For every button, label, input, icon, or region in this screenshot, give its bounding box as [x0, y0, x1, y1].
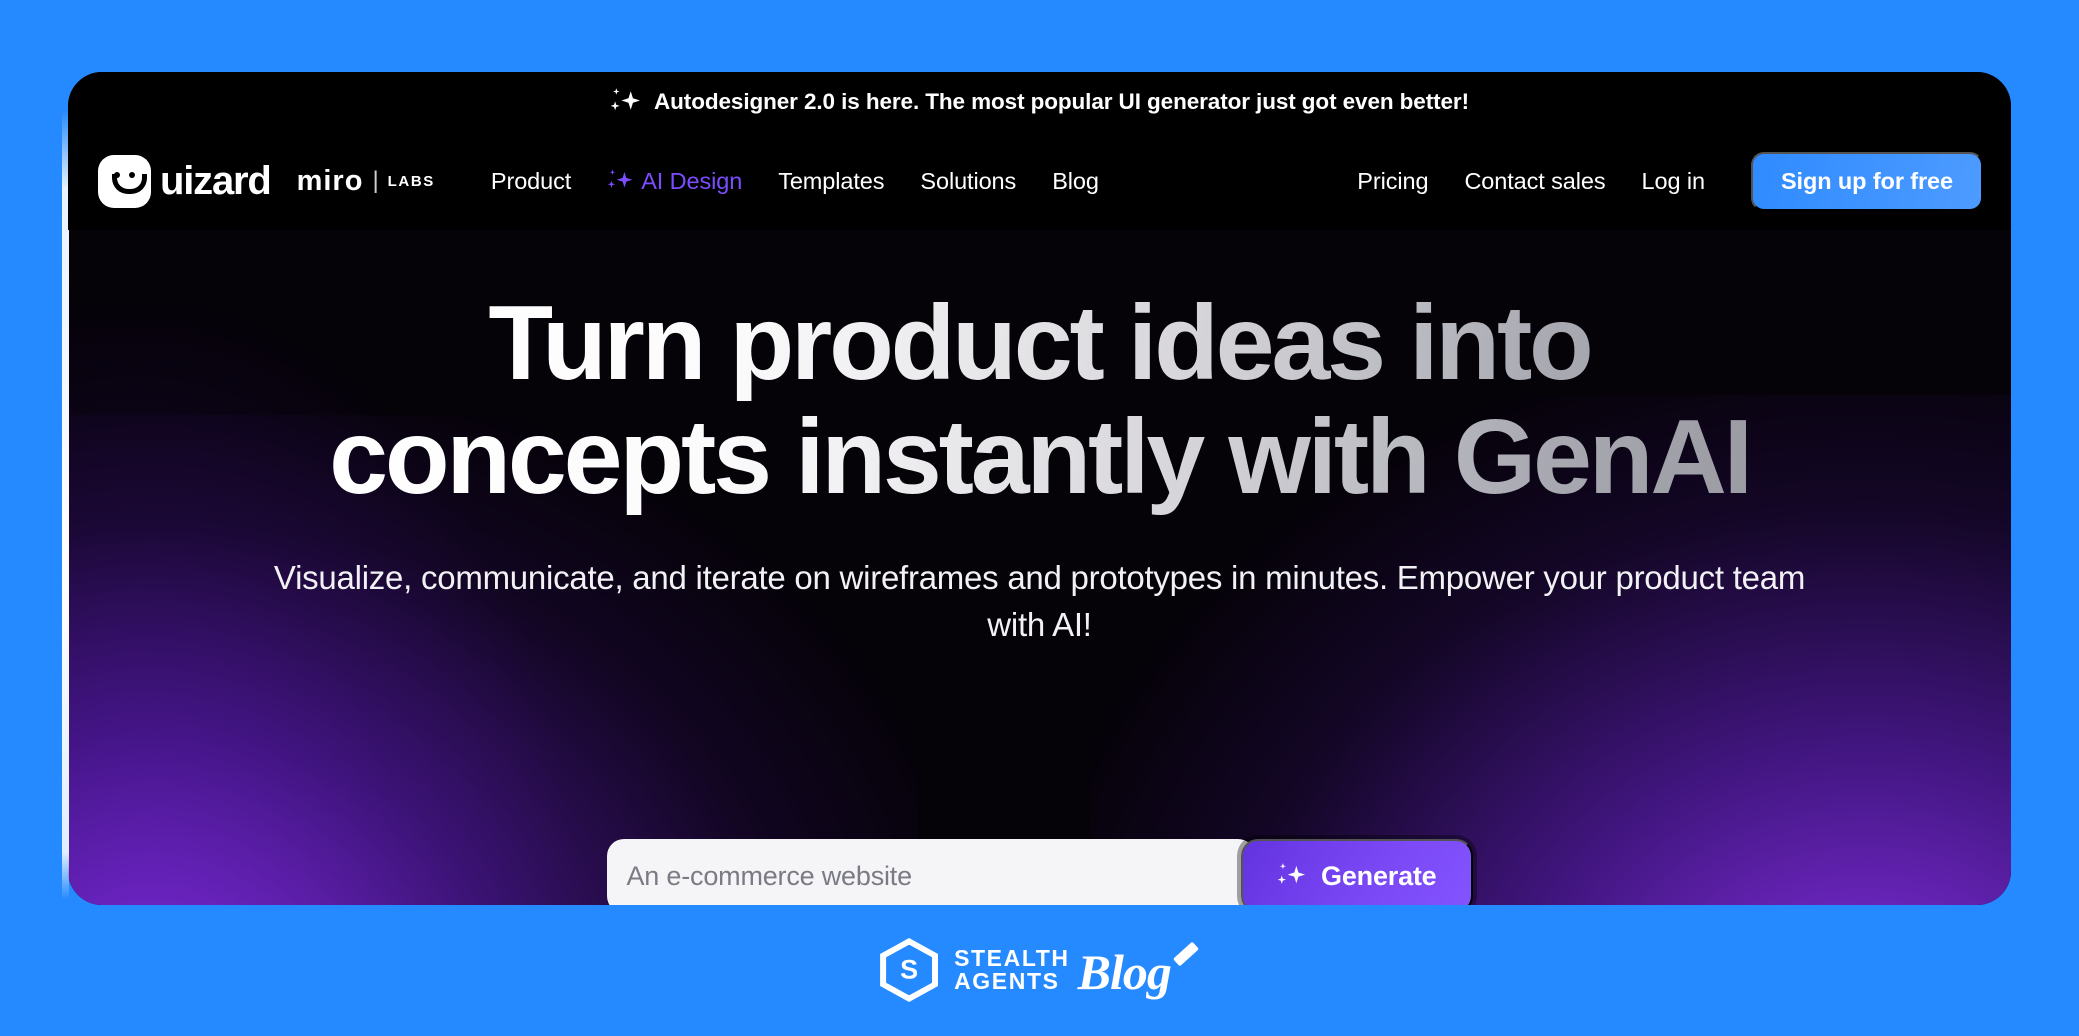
announcement-text: Autodesigner 2.0 is here. The most popul…	[654, 89, 1469, 114]
brand-divider: |	[372, 167, 379, 194]
footer-script-word: Blog	[1077, 944, 1172, 1000]
secondary-nav-links: Pricing Contact sales Log in Sign up for…	[1357, 151, 1983, 211]
prompt-input[interactable]: An e-commerce website	[606, 839, 1256, 905]
footer-watermark: S STEALTH AGENTS Blog	[0, 938, 2079, 1002]
generate-button-label: Generate	[1321, 860, 1437, 891]
nav-link-product[interactable]: Product	[491, 168, 571, 195]
hero-section: Turn product ideas into concepts instant…	[68, 230, 2011, 905]
uizard-smiley-icon	[98, 154, 151, 208]
hero-headline: Turn product ideas into concepts instant…	[260, 286, 1820, 515]
labs-wordmark: LABS	[387, 172, 435, 190]
prompt-input-placeholder: An e-commerce website	[626, 860, 913, 891]
nav-link-log-in[interactable]: Log in	[1642, 168, 1706, 195]
miro-labs-lockup: miro | LABS	[296, 164, 435, 197]
announcement-banner[interactable]: Autodesigner 2.0 is here. The most popul…	[68, 72, 2011, 132]
brand-lockup[interactable]: uizard miro | LABS	[98, 154, 435, 208]
hero-headline-line-1: Turn product ideas into	[488, 284, 1591, 402]
uizard-wordmark: uizard	[160, 159, 272, 203]
sign-up-button[interactable]: Sign up for free	[1750, 151, 1983, 211]
nav-link-pricing[interactable]: Pricing	[1357, 168, 1428, 195]
nav-link-contact-sales[interactable]: Contact sales	[1464, 168, 1605, 195]
miro-wordmark: miro	[296, 164, 364, 197]
footer-name-line-2: AGENTS	[954, 968, 1060, 994]
nav-link-ai-design-label: AI Design	[641, 167, 743, 194]
sparkle-icon	[610, 87, 641, 117]
navigation-bar: uizard miro | LABS Product AI Design Tem…	[68, 132, 2011, 230]
website-card: Autodesigner 2.0 is here. The most popul…	[68, 72, 2011, 905]
sparkle-icon	[607, 169, 633, 194]
hero-subheadline: Visualize, communicate, and iterate on w…	[273, 558, 1806, 643]
hero-content: Turn product ideas into concepts instant…	[68, 230, 2011, 649]
page-root: Autodesigner 2.0 is here. The most popul…	[0, 0, 2079, 1036]
hero-headline-line-2: concepts instantly with GenAI	[329, 398, 1750, 517]
prompt-bar: An e-commerce website Generate	[606, 839, 1473, 905]
nav-link-blog[interactable]: Blog	[1052, 168, 1099, 195]
footer-wordmark: STEALTH AGENTS Blog	[954, 941, 1199, 1000]
generate-button[interactable]: Generate	[1241, 839, 1473, 905]
nav-link-templates[interactable]: Templates	[778, 168, 884, 195]
nav-link-ai-design[interactable]: AI Design	[607, 168, 742, 195]
stealth-agents-hexagon-icon: S	[880, 938, 939, 1002]
pen-icon	[1172, 941, 1199, 967]
nav-link-solutions[interactable]: Solutions	[920, 168, 1016, 195]
footer-name-line-1: STEALTH	[954, 944, 1070, 971]
primary-nav-links: Product AI Design Templates Solutions Bl…	[491, 168, 1099, 195]
hexagon-letter: S	[900, 954, 919, 985]
uizard-logo[interactable]: uizard	[98, 154, 272, 208]
sparkle-icon	[1277, 862, 1306, 890]
